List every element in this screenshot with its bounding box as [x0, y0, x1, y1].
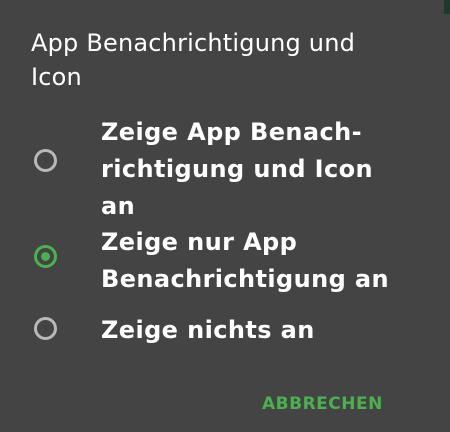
- dialog-edge-accent: [444, 0, 450, 14]
- radio-button-unchecked-icon[interactable]: [34, 149, 57, 172]
- dialog-title-line-1: App Benachrichtigung und: [31, 29, 356, 57]
- radio-button-unchecked-icon[interactable]: [34, 317, 57, 340]
- option-label-line: Zeige nichts an: [101, 316, 315, 344]
- option-only-app-notification[interactable]: Zeige nur App Benachrichtigung an: [0, 222, 450, 298]
- radio-button-checked-icon[interactable]: [34, 245, 57, 268]
- option-label-line: Zeige nur App: [101, 228, 298, 256]
- option-app-notification-and-icon[interactable]: Zeige App Benach- richtigung und Icon an: [0, 110, 450, 220]
- dialog-title-line-2: Icon: [31, 63, 82, 91]
- option-label: Zeige nur App Benachrichtigung an: [101, 224, 401, 298]
- notification-dialog: App Benachrichtigung und Icon Zeige App …: [0, 0, 450, 432]
- option-label-line: Zeige App Benach-: [101, 118, 362, 146]
- option-label-line: Benachrichtigung an: [101, 265, 390, 293]
- option-label-line: an: [101, 192, 136, 220]
- cancel-button[interactable]: ABBRECHEN: [262, 394, 383, 414]
- radio-selected-dot-icon: [41, 252, 50, 261]
- option-label-line: richtigung und Icon: [101, 155, 373, 183]
- dialog-title: App Benachrichtigung und Icon: [31, 26, 421, 94]
- option-label: Zeige nichts an: [101, 312, 401, 349]
- option-label: Zeige App Benach- richtigung und Icon an: [101, 114, 401, 225]
- option-show-nothing[interactable]: Zeige nichts an: [0, 310, 450, 350]
